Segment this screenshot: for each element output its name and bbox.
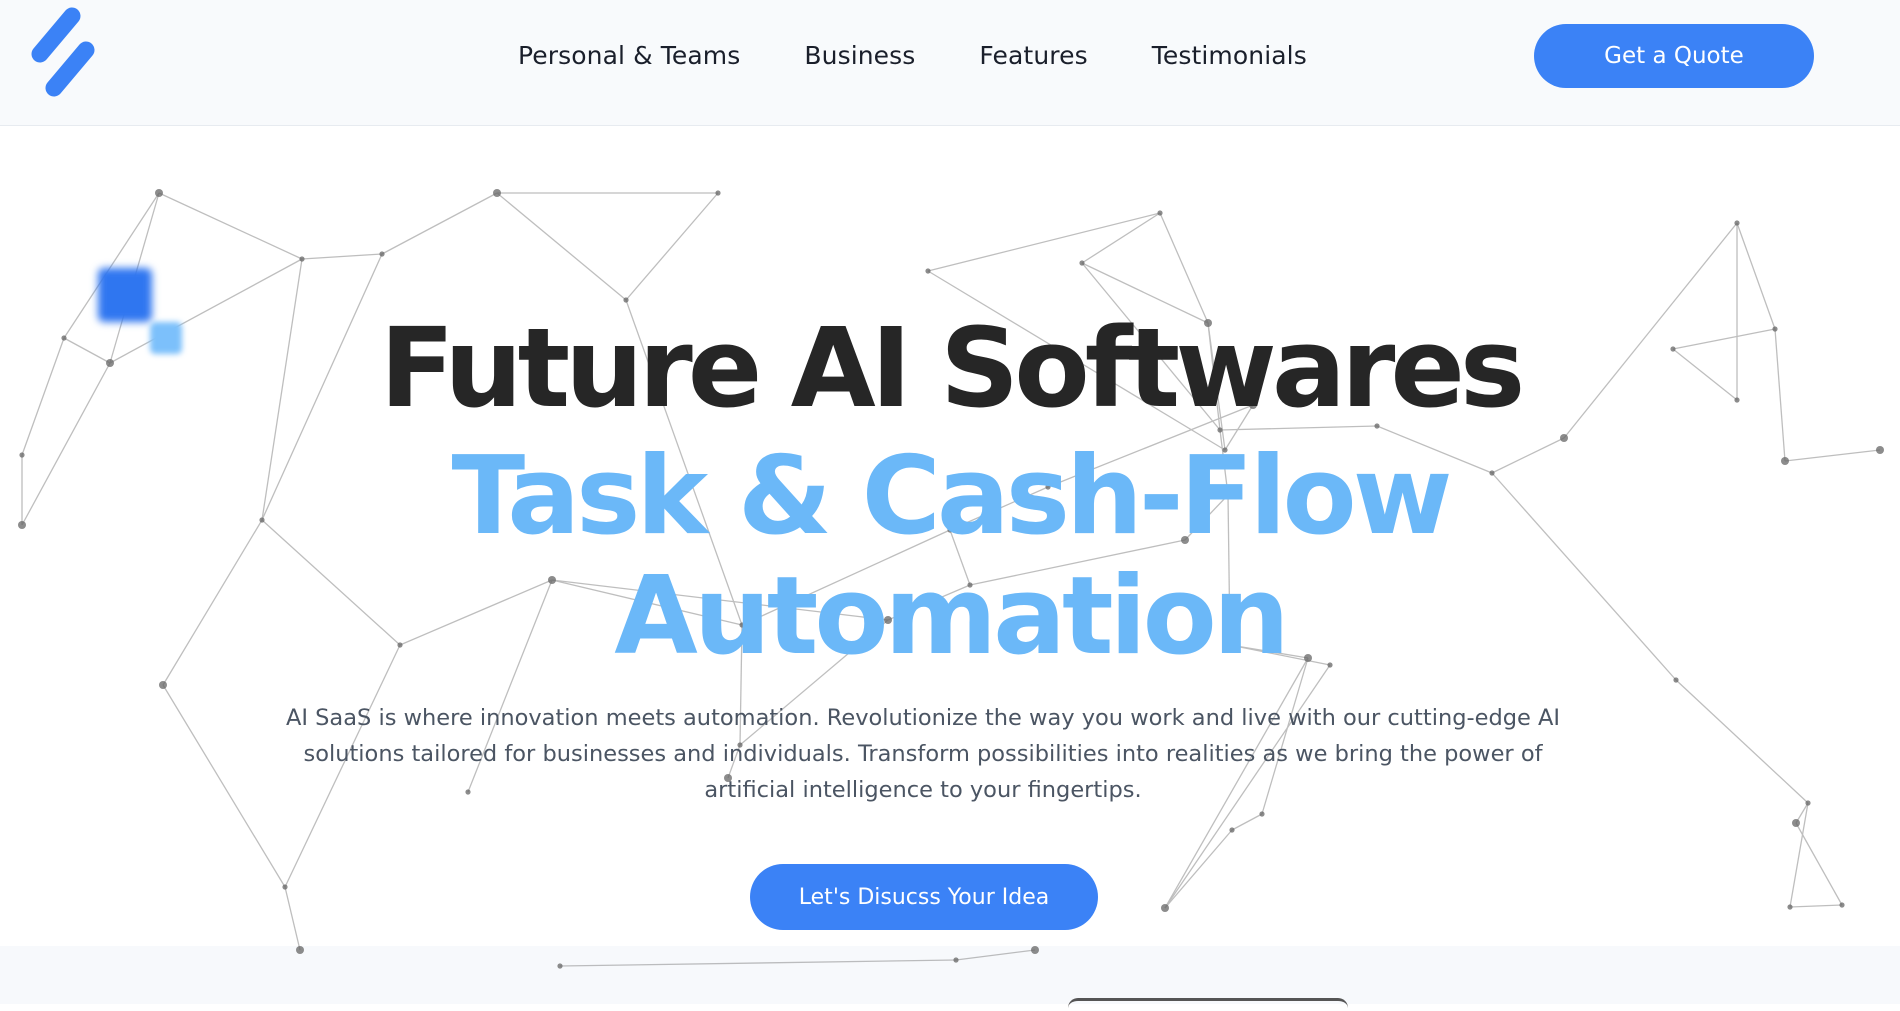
hero-title-line1: Future AI Softwares [379, 304, 1526, 432]
discuss-idea-button[interactable]: Let's Disucss Your Idea [750, 864, 1098, 930]
hero-title-line2: Task & Cash-Flow [451, 434, 1452, 559]
next-section-card-edge [1068, 998, 1348, 1011]
next-section [0, 946, 1900, 1004]
nav-link-testimonials[interactable]: Testimonials [1152, 38, 1307, 74]
site-header: Personal & Teams Business Features Testi… [0, 0, 1900, 126]
hero-section: Future AI Softwares Task & Cash-Flow Aut… [0, 126, 1900, 946]
hero-description: AI SaaS is where innovation meets automa… [285, 705, 1561, 803]
nav-link-business[interactable]: Business [804, 38, 915, 74]
main-nav: Personal & Teams Business Features Testi… [518, 38, 1371, 74]
get-quote-button[interactable]: Get a Quote [1534, 24, 1814, 88]
logo-mark-icon[interactable] [24, 2, 96, 102]
nav-link-personal-teams[interactable]: Personal & Teams [518, 38, 740, 74]
nav-link-features[interactable]: Features [979, 38, 1087, 74]
hero-title-line3: Automation [614, 554, 1289, 679]
